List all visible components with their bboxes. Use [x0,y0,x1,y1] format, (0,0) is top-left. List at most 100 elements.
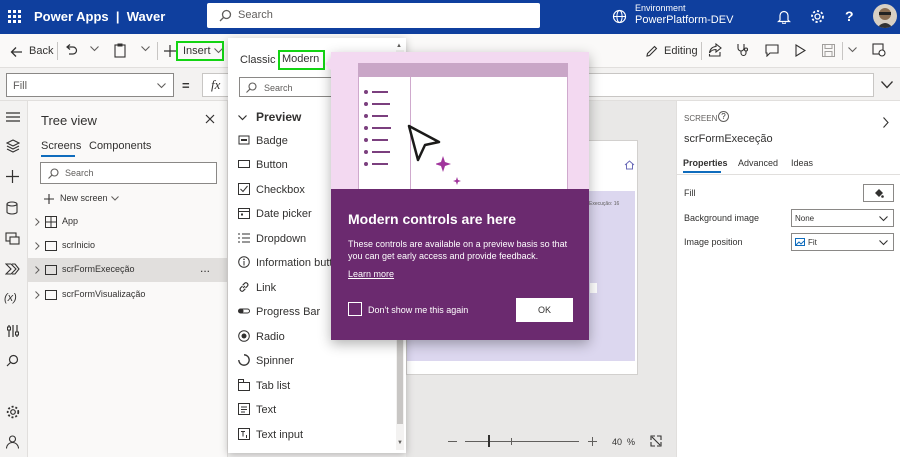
media-icon[interactable] [5,232,20,245]
menu-item-label: Button [256,159,288,171]
tree-view-icon[interactable] [6,139,20,153]
illustration-titlebar [358,63,568,77]
global-search[interactable]: Search [207,3,540,28]
search-icon[interactable] [6,354,19,367]
screen-name[interactable]: scrFormExeceção [684,133,773,145]
link-icon [239,282,249,292]
fill-picker[interactable] [863,184,894,202]
advanced-tools-icon[interactable] [6,324,20,338]
radio-icon [238,330,250,342]
popup-body: These controls are available on a previe… [348,239,568,261]
save-icon[interactable] [822,44,835,57]
power-automate-icon[interactable] [5,263,20,275]
zoom-out-button[interactable] [448,441,457,442]
home-icon [624,160,635,170]
zoom-in-button[interactable] [588,437,597,446]
editing-button[interactable]: Editing [646,44,698,60]
tree-item-label: scrFormExeceção [62,264,135,274]
zoom-slider[interactable] [465,435,579,447]
play-icon[interactable] [795,44,806,57]
chevron-down-icon[interactable] [848,47,857,53]
chevron-down-icon [879,216,888,222]
chevron-down-icon[interactable] [141,46,150,52]
menu-item-tab-list[interactable]: Tab list [228,374,396,398]
form-input [590,283,597,293]
background-image-dropdown[interactable]: None [791,209,894,227]
expand-formula-icon[interactable] [881,81,893,89]
bell-icon[interactable] [777,9,791,24]
menu-item-spinner[interactable]: Spinner [228,349,396,373]
chevron-down-icon [157,83,166,89]
tree-item-app[interactable]: App [28,210,228,234]
tree-item-screen[interactable]: scrFormVisualização [28,283,228,307]
tree-search-input[interactable]: Search [40,162,217,184]
properties-panel: SCREEN ? scrFormExeceção Properties Adva… [676,101,900,457]
chevron-down-icon [111,196,119,201]
menu-item-text-input[interactable]: Text input [228,423,396,447]
preview-section[interactable]: Preview [238,110,338,126]
back-label: Back [29,45,54,57]
tab-screens[interactable]: Screens [41,140,81,152]
plus-icon [44,194,54,204]
divider [701,42,702,60]
hamburger-icon[interactable] [6,112,20,122]
avatar[interactable] [873,4,897,28]
learn-more-link[interactable]: Learn more [348,269,394,279]
property-selector[interactable]: Fill [6,73,174,97]
menu-item-text[interactable]: Text [228,398,396,422]
account-icon[interactable] [6,435,19,449]
ok-button[interactable]: OK [516,298,573,322]
gear-icon[interactable] [810,9,825,24]
divider [842,42,843,60]
tab-classic[interactable]: Classic [240,54,275,66]
close-icon[interactable] [205,114,215,124]
image-position-value: Fit [808,238,817,247]
new-screen-button[interactable]: New screen [44,192,134,206]
info-icon[interactable]: ? [718,111,729,122]
tree-item-screen[interactable]: scrFormExeceção ... [28,258,228,282]
publish-icon[interactable] [872,43,886,57]
environment-value[interactable]: PowerPlatform-DEV [635,14,733,26]
equals-sign: = [182,78,190,93]
dont-show-label: Don't show me this again [368,305,469,315]
new-screen-label: New screen [60,193,108,203]
insert-highlight [176,41,224,61]
plus-icon [164,45,176,57]
dont-show-checkbox[interactable] [348,302,362,316]
fit-screen-icon[interactable] [650,435,662,447]
tab-components[interactable]: Components [89,140,151,152]
tree-view-title: Tree view [41,113,97,128]
screen-icon [45,290,57,300]
menu-item-label: Link [256,282,277,294]
tab-active-indicator [41,155,75,157]
dropdown-icon [238,233,250,243]
clipboard-icon[interactable] [114,43,126,58]
app-launcher-icon[interactable] [8,10,22,24]
chevron-right-icon[interactable] [883,117,889,128]
add-icon[interactable] [6,170,19,183]
back-button[interactable]: Back [10,44,54,60]
tab-advanced[interactable]: Advanced [738,158,778,168]
search-placeholder: Search [238,9,273,21]
tree-item-screen[interactable]: scrInicio [28,234,228,258]
share-icon[interactable] [708,43,722,57]
scroll-down-arrow[interactable]: ▼ [397,440,403,446]
variables-icon[interactable]: (x) [4,292,17,304]
database-icon[interactable] [6,201,18,215]
zoom-slider-thumb[interactable] [488,435,490,447]
settings-icon[interactable] [6,405,20,419]
comment-icon[interactable] [765,44,779,57]
scroll-up-arrow[interactable]: ▲ [396,43,402,49]
more-options-icon[interactable]: ... [200,261,210,275]
undo-icon[interactable] [64,44,78,57]
chevron-down-icon[interactable] [90,46,99,52]
image-position-dropdown[interactable]: Fit [791,233,894,251]
tab-ideas[interactable]: Ideas [791,158,813,168]
tab-properties[interactable]: Properties [683,158,728,168]
help-icon[interactable]: ? [845,8,854,24]
illustration-list-icon [364,90,391,166]
stethoscope-icon[interactable] [736,43,749,57]
zoom-value: 40 [612,437,623,447]
menu-item-label: Text [256,404,277,416]
background-image-value: None [795,214,815,223]
